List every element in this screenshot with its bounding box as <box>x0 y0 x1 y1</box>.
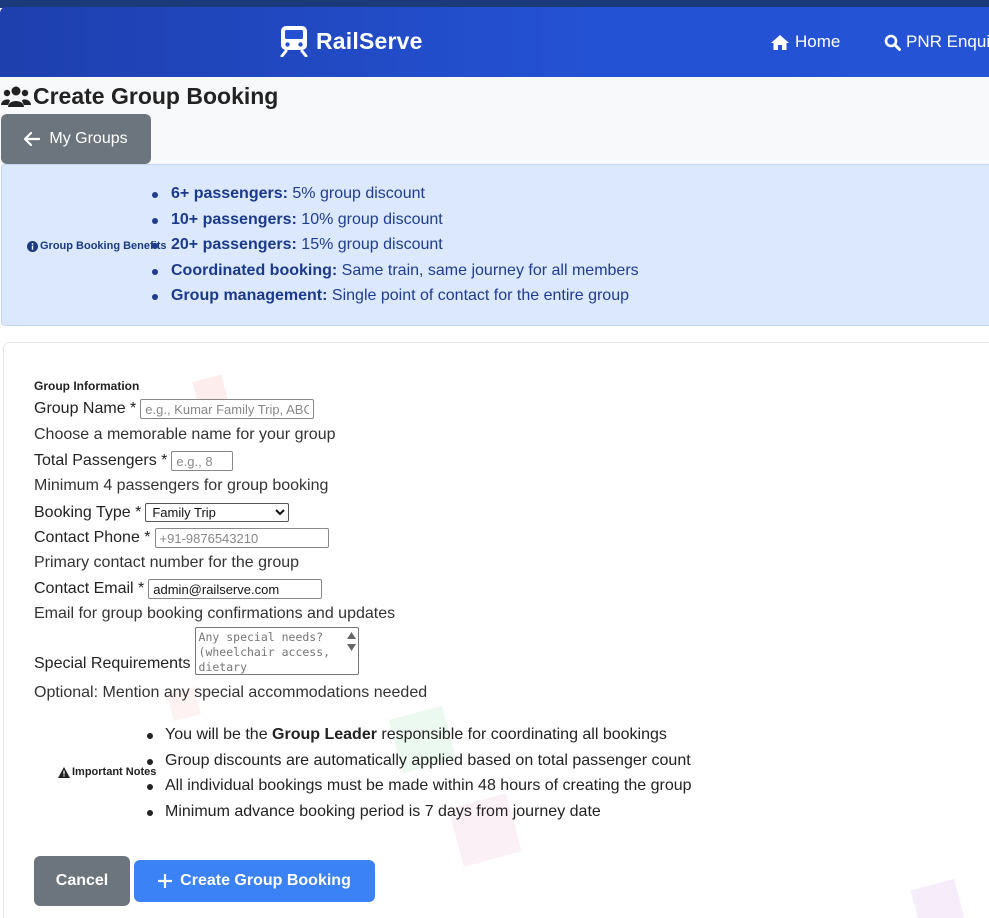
create-label: Create Group Booking <box>180 872 351 889</box>
benefit-text: 5% group discount <box>287 185 425 202</box>
booking-type-select[interactable]: Family Trip <box>145 503 290 522</box>
navbar: RailServe Home PNR Enquiry <box>0 7 989 77</box>
benefits-list: 6+ passengers: 5% group discount 10+ pas… <box>149 185 639 313</box>
note-text: responsible for coordinating all booking… <box>376 726 667 743</box>
brand-name: RailServe <box>316 27 423 54</box>
nav-home-label: Home <box>795 32 841 51</box>
benefit-text: 10% group discount <box>296 210 443 228</box>
important-notes-label: Important Notes <box>58 766 156 778</box>
warning-icon <box>58 766 70 778</box>
list-item: Group discounts are automatically applie… <box>143 752 692 778</box>
group-name-row: Group Name * <box>34 399 315 419</box>
page-title-text: Create Group Booking <box>33 83 279 109</box>
benefit-text: Single point of contact for the entire g… <box>327 287 629 304</box>
arrow-left-icon <box>24 132 41 146</box>
booking-type-label: Booking Type * <box>34 503 142 521</box>
group-name-label: Group Name * <box>34 400 137 417</box>
note-text: You will be the <box>165 726 273 743</box>
my-groups-label: My Groups <box>49 130 128 147</box>
special-requirements-textarea[interactable] <box>194 627 359 675</box>
benefit-strong: 20+ passengers: <box>171 236 297 253</box>
contact-phone-help: Primary contact number for the group <box>34 554 300 571</box>
create-group-booking-button[interactable]: Create Group Booking <box>134 860 375 902</box>
list-item: You will be the Group Leader responsible… <box>143 726 692 752</box>
note-text: Group discounts are automatically applie… <box>165 751 691 769</box>
plus-icon <box>158 874 173 888</box>
home-icon <box>771 34 789 50</box>
list-item: 20+ passengers: 15% group discount <box>149 236 639 262</box>
search-icon <box>884 34 901 51</box>
contact-phone-row: Contact Phone * <box>34 528 329 548</box>
nav-pnr-label: PNR Enquiry <box>906 32 989 51</box>
contact-phone-label: Contact Phone * <box>34 529 151 546</box>
info-icon <box>27 240 38 252</box>
benefit-strong: Coordinated booking: <box>171 261 338 279</box>
textarea-scrollbar[interactable] <box>346 630 356 654</box>
group-information-heading: Group Information <box>34 379 140 393</box>
benefit-text: Same train, same journey for all members <box>337 261 639 279</box>
contact-email-label: Contact Email * <box>34 580 145 597</box>
page-title: Create Group Booking <box>1 83 278 110</box>
nav-pnr-enquiry-link[interactable]: PNR Enquiry <box>884 32 989 52</box>
scroll-up-icon <box>346 632 356 639</box>
special-requirements-wrapper <box>194 627 359 675</box>
list-item: Group management: Single point of contac… <box>149 287 639 313</box>
total-passengers-row: Total Passengers * <box>34 451 234 471</box>
cancel-button[interactable]: Cancel <box>34 856 130 906</box>
list-item: 10+ passengers: 10% group discount <box>149 211 639 237</box>
special-requirements-help: Optional: Mention any special accommodat… <box>34 684 428 701</box>
total-passengers-input[interactable] <box>171 451 234 471</box>
brand[interactable]: RailServe <box>280 25 423 57</box>
list-item: Coordinated booking: Same train, same jo… <box>149 262 639 288</box>
group-name-help: Choose a memorable name for your group <box>34 426 336 443</box>
special-requirements-row: Special Requirements <box>34 627 359 675</box>
benefit-strong: 10+ passengers: <box>171 210 297 228</box>
train-icon <box>280 26 308 57</box>
nav-home-link[interactable]: Home <box>770 32 840 52</box>
contact-email-row: Contact Email * <box>34 579 323 599</box>
contact-phone-input[interactable] <box>154 528 329 548</box>
total-passengers-help: Minimum 4 passengers for group booking <box>34 477 329 494</box>
group-name-input[interactable] <box>140 399 315 419</box>
note-text: All individual bookings must be made wit… <box>165 777 692 795</box>
list-item: Minimum advance booking period is 7 days… <box>143 803 692 829</box>
important-notes-list: You will be the Group Leader responsible… <box>143 726 692 829</box>
scroll-down-icon <box>346 644 356 651</box>
benefit-strong: Group management: <box>171 287 328 304</box>
note-text: Minimum advance booking period is 7 days… <box>165 803 601 821</box>
special-requirements-label: Special Requirements <box>34 655 191 672</box>
booking-type-row: Booking Type * Family Trip <box>34 503 290 522</box>
cancel-label: Cancel <box>55 872 109 889</box>
list-item: All individual bookings must be made wit… <box>143 777 692 803</box>
contact-email-help: Email for group booking confirmations an… <box>34 605 396 622</box>
my-groups-button[interactable]: My Groups <box>1 114 151 164</box>
benefits-label: Group Booking Benefits <box>27 240 167 252</box>
benefit-strong: 6+ passengers: <box>171 185 288 202</box>
benefits-alert: Group Booking Benefits 6+ passengers: 5%… <box>1 164 989 326</box>
users-icon <box>1 86 31 107</box>
list-item: 6+ passengers: 5% group discount <box>149 185 639 211</box>
note-strong: Group Leader <box>272 726 377 743</box>
benefits-label-text: Group Booking Benefits <box>40 240 167 252</box>
contact-email-input[interactable] <box>148 579 323 599</box>
total-passengers-label: Total Passengers * <box>34 452 168 469</box>
benefit-text: 15% group discount <box>296 236 443 253</box>
